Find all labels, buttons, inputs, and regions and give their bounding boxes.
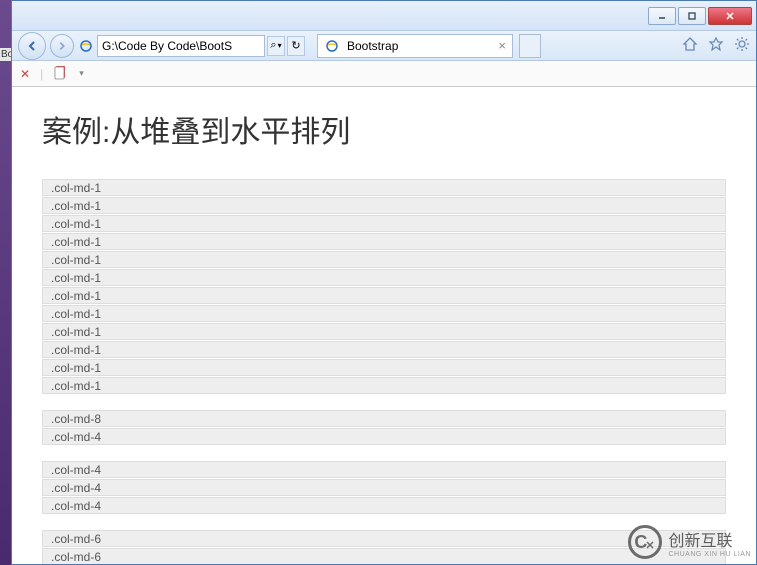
forward-button[interactable] — [50, 34, 74, 58]
grid-cell: .col-md-1 — [42, 305, 726, 322]
search-button[interactable]: ⌕▾ — [267, 36, 285, 56]
favorites-icon[interactable] — [708, 36, 724, 55]
address-group: G:\Code By Code\BootS ⌕▾ ↻ — [78, 35, 305, 57]
tab-close-button[interactable]: × — [498, 38, 506, 53]
watermark-subtext: CHUANG XIN HU LIAN — [668, 551, 751, 558]
grid-cell: .col-md-1 — [42, 341, 726, 358]
new-tab-button[interactable] — [519, 34, 541, 58]
separator: | — [40, 67, 43, 81]
grid-cell: .col-md-1 — [42, 179, 726, 196]
page-title: 案例:从堆叠到水平排列 — [42, 107, 726, 151]
grid-row: .col-md-6.col-md-6 — [42, 530, 726, 564]
watermark-logo: C✕ — [628, 525, 662, 559]
grid-demo: .col-md-1.col-md-1.col-md-1.col-md-1.col… — [42, 179, 726, 564]
dropdown-icon[interactable]: ▾ — [79, 68, 84, 79]
refresh-button[interactable]: ↻ — [287, 36, 305, 56]
back-button[interactable] — [18, 32, 46, 60]
grid-cell: .col-md-1 — [42, 359, 726, 376]
grid-cell: .col-md-1 — [42, 233, 726, 250]
grid-cell: .col-md-4 — [42, 497, 726, 514]
ie-tab-icon — [324, 38, 340, 54]
watermark: C✕ 创新互联 CHUANG XIN HU LIAN — [628, 525, 751, 559]
grid-cell: .col-md-6 — [42, 530, 726, 547]
grid-cell: .col-md-4 — [42, 461, 726, 478]
grid-cell: .col-md-6 — [42, 548, 726, 564]
close-button[interactable] — [708, 7, 752, 25]
nav-bar: G:\Code By Code\BootS ⌕▾ ↻ Bootstrap × — [12, 31, 756, 61]
grid-cell: .col-md-1 — [42, 269, 726, 286]
browser-tab[interactable]: Bootstrap × — [317, 34, 513, 58]
gear-icon[interactable] — [734, 36, 750, 55]
grid-cell: .col-md-8 — [42, 410, 726, 427]
toolbar-right-icons — [682, 36, 750, 55]
home-icon[interactable] — [682, 36, 698, 55]
tab-title: Bootstrap — [347, 39, 398, 53]
grid-cell: .col-md-1 — [42, 197, 726, 214]
grid-cell: .col-md-4 — [42, 479, 726, 496]
search-icon: ⌕ — [270, 39, 276, 52]
pdf-convert-icon[interactable] — [53, 64, 69, 83]
watermark-text: 创新互联 — [668, 527, 751, 551]
external-left-strip: Bo — [0, 0, 11, 565]
grid-cell: .col-md-4 — [42, 428, 726, 445]
minimize-button[interactable] — [648, 7, 676, 25]
secondary-toolbar: ✕ | ▾ — [12, 61, 756, 87]
grid-cell: .col-md-1 — [42, 251, 726, 268]
page-content: 案例:从堆叠到水平排列 .col-md-1.col-md-1.col-md-1.… — [12, 87, 756, 564]
ie-window: G:\Code By Code\BootS ⌕▾ ↻ Bootstrap × ✕… — [11, 0, 757, 565]
ie-page-icon — [78, 38, 94, 54]
grid-row: .col-md-1.col-md-1.col-md-1.col-md-1.col… — [42, 179, 726, 394]
toolbar-close-icon[interactable]: ✕ — [20, 67, 30, 81]
window-titlebar — [12, 1, 756, 31]
grid-cell: .col-md-1 — [42, 215, 726, 232]
address-bar[interactable]: G:\Code By Code\BootS — [97, 35, 265, 57]
grid-row: .col-md-4.col-md-4.col-md-4 — [42, 461, 726, 514]
grid-row: .col-md-8.col-md-4 — [42, 410, 726, 445]
grid-cell: .col-md-1 — [42, 377, 726, 394]
maximize-button[interactable] — [678, 7, 706, 25]
grid-cell: .col-md-1 — [42, 287, 726, 304]
grid-cell: .col-md-1 — [42, 323, 726, 340]
